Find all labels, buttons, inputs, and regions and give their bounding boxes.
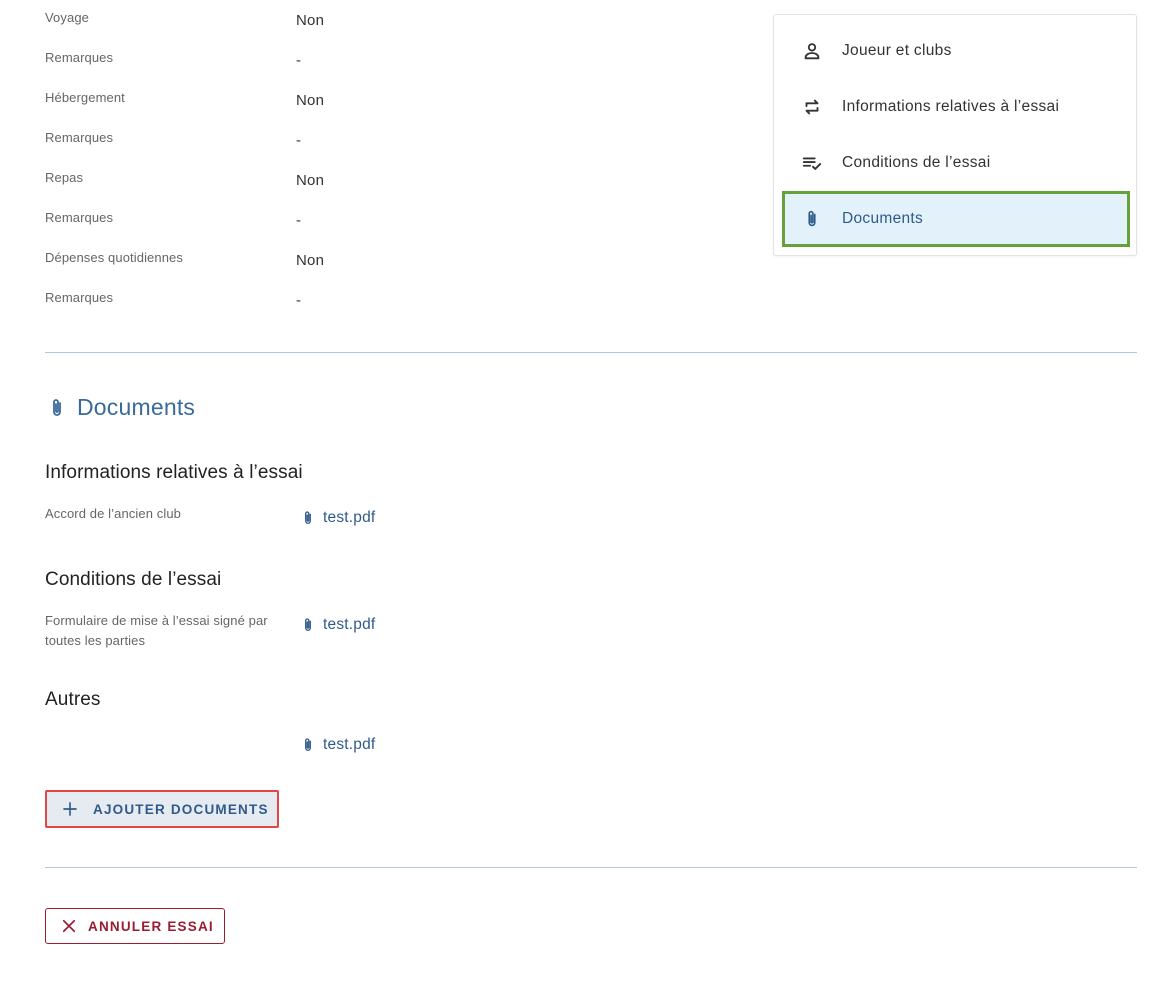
nav-item-joueur-clubs[interactable]: Joueur et clubs xyxy=(782,23,1130,79)
add-documents-button[interactable]: AJOUTER DOCUMENTS xyxy=(45,790,279,828)
nav-item-label: Informations relatives à l’essai xyxy=(842,98,1060,115)
nav-item-documents[interactable]: Documents xyxy=(782,191,1130,247)
section-divider xyxy=(45,352,1137,353)
person-icon xyxy=(782,23,842,79)
doc-label: Accord de l’ancien club xyxy=(45,506,181,521)
detail-label: Voyage xyxy=(45,10,89,25)
nav-item-label: Documents xyxy=(842,210,924,227)
paperclip-icon xyxy=(305,618,311,631)
plus-icon xyxy=(63,802,77,816)
detail-row-remarques: Remarques - xyxy=(45,210,745,234)
detail-value: - xyxy=(296,132,302,149)
detail-value: - xyxy=(296,212,302,229)
document-file-name: test.pdf xyxy=(323,509,376,526)
detail-label: Remarques xyxy=(45,210,114,225)
close-icon xyxy=(62,919,76,933)
detail-value: Non xyxy=(296,12,325,29)
paperclip-icon xyxy=(782,191,842,247)
document-link[interactable]: test.pdf xyxy=(299,614,375,636)
detail-row-hebergement: Hébergement Non xyxy=(45,90,745,114)
paperclip-icon xyxy=(305,511,311,524)
document-link[interactable]: test.pdf xyxy=(299,734,375,756)
nav-item-informations[interactable]: Informations relatives à l’essai xyxy=(782,79,1130,135)
detail-label: Hébergement xyxy=(45,90,125,105)
detail-row-remarques: Remarques - xyxy=(45,290,745,314)
detail-row-remarques: Remarques - xyxy=(45,50,745,74)
paperclip-icon xyxy=(305,738,311,751)
nav-item-label: Joueur et clubs xyxy=(842,42,952,59)
detail-label: Remarques xyxy=(45,50,114,65)
paperclip-icon xyxy=(53,398,61,416)
detail-value: - xyxy=(296,292,302,309)
add-documents-label: AJOUTER DOCUMENTS xyxy=(93,801,269,817)
detail-row-repas: Repas Non xyxy=(45,170,745,194)
checklist-icon xyxy=(782,135,842,191)
detail-label: Dépenses quotidiennes xyxy=(45,250,183,265)
nav-item-conditions[interactable]: Conditions de l’essai xyxy=(782,135,1130,191)
document-file-name: test.pdf xyxy=(323,736,376,753)
subheading-autres: Autres xyxy=(45,689,101,710)
detail-label: Remarques xyxy=(45,290,114,305)
detail-label: Remarques xyxy=(45,130,114,145)
detail-value: - xyxy=(296,52,302,69)
section-nav-card: Joueur et clubs Informations relatives à… xyxy=(773,14,1137,256)
documents-title-text: Documents xyxy=(77,394,196,420)
subheading-informations: Informations relatives à l’essai xyxy=(45,462,303,483)
detail-value: Non xyxy=(296,172,325,189)
document-link[interactable]: test.pdf xyxy=(299,507,375,529)
detail-row-depenses: Dépenses quotidiennes Non xyxy=(45,250,745,274)
swap-icon xyxy=(782,79,842,135)
doc-label: Formulaire de mise à l’essai signé par t… xyxy=(45,613,268,648)
detail-value: Non xyxy=(296,252,325,269)
detail-label: Repas xyxy=(45,170,84,185)
documents-section-title: Documents xyxy=(45,394,195,421)
detail-row-voyage: Voyage Non xyxy=(45,10,745,34)
cancel-trial-label: ANNULER ESSAI xyxy=(88,918,214,934)
subheading-conditions: Conditions de l’essai xyxy=(45,569,222,590)
nav-item-label: Conditions de l’essai xyxy=(842,154,991,171)
detail-value: Non xyxy=(296,92,325,109)
section-divider xyxy=(45,867,1137,868)
cancel-trial-button[interactable]: ANNULER ESSAI xyxy=(45,908,225,944)
detail-row-remarques: Remarques - xyxy=(45,130,745,154)
document-file-name: test.pdf xyxy=(323,616,376,633)
